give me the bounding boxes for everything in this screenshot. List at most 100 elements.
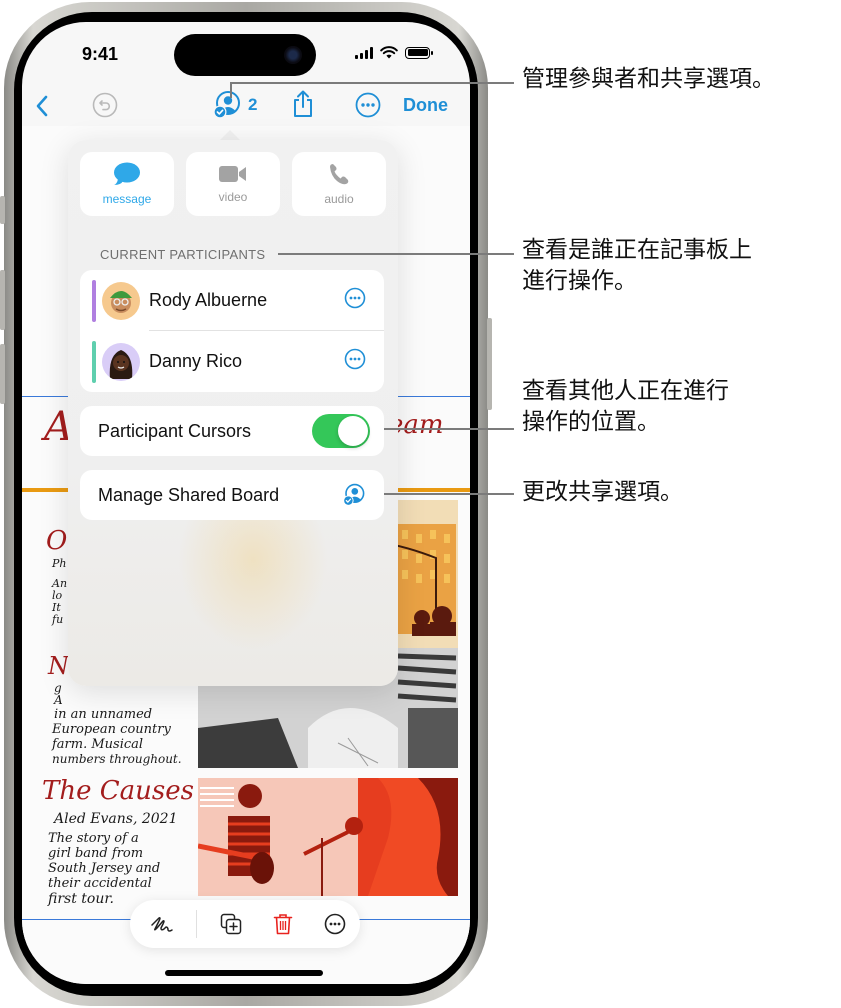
communication-buttons: message video audio — [80, 152, 386, 216]
callout-line-text: 查看其他人正在進行 — [522, 378, 729, 404]
participant-color-bar — [92, 341, 96, 383]
board-note-line: It — [52, 601, 61, 614]
board-note-line: numbers throughout. — [52, 752, 182, 766]
participant-name: Rody Albuerne — [149, 290, 268, 310]
more-button[interactable] — [354, 91, 382, 119]
toggle-knob — [338, 416, 368, 446]
board-heading: O — [46, 526, 68, 556]
wifi-icon — [380, 46, 398, 59]
share-button[interactable] — [290, 88, 316, 120]
callout-leader — [384, 493, 514, 495]
collaboration-button[interactable]: 2 — [212, 90, 257, 120]
toolbar-more-button[interactable] — [323, 912, 347, 936]
toolbar-divider — [196, 910, 197, 938]
memoji-avatar-icon — [109, 349, 133, 379]
participant-more-button[interactable] — [344, 287, 366, 314]
board-note-line: fu — [52, 613, 64, 626]
participants-section-header: CURRENT PARTICIPANTS — [100, 247, 266, 262]
memoji-avatar-icon — [110, 290, 132, 313]
participant-row[interactable]: Rody Albuerne — [80, 270, 384, 331]
message-label: message — [102, 192, 152, 206]
participants-list: Rody Albuerne Danny Rico — [80, 270, 384, 392]
board-note-line: Ph — [52, 557, 67, 570]
delete-button[interactable] — [271, 912, 295, 936]
callout-leader — [230, 82, 232, 98]
ellipsis-circle-icon — [344, 287, 366, 309]
person-crop-circle-badge-checkmark-icon — [213, 91, 240, 119]
audio-button[interactable]: audio — [292, 152, 386, 216]
nav-bar: 2 Done — [22, 86, 470, 126]
ellipsis-circle-icon — [344, 348, 366, 370]
duplicate-plus-icon — [220, 913, 242, 935]
callout-who-is-working: 查看是誰正在記事板上 進行操作。 — [522, 235, 752, 297]
manage-shared-board-button[interactable]: Manage Shared Board — [80, 470, 384, 520]
board-note-line: first tour. — [48, 891, 114, 907]
board-note-line: The story of a — [48, 831, 139, 846]
action-button — [0, 196, 5, 224]
avatar — [102, 342, 140, 381]
board-note-line: girl band from — [48, 846, 144, 861]
board-note-line: lo — [52, 589, 63, 602]
front-camera — [284, 46, 302, 64]
callout-leader — [230, 82, 514, 84]
board-note-line: An — [52, 577, 68, 590]
participant-name: Danny Rico — [149, 351, 243, 371]
board-note-line: their accidental — [48, 876, 152, 891]
bottom-toolbar — [130, 900, 360, 948]
board-note-line: European country — [52, 722, 171, 737]
participant-cursors-toggle[interactable] — [312, 414, 370, 448]
video-button[interactable]: video — [186, 152, 280, 216]
volume-up-button — [0, 270, 5, 330]
duplicate-button[interactable] — [219, 912, 243, 936]
board-note-line: farm. Musical — [52, 737, 144, 752]
person-crop-circle-badge-checkmark-icon — [343, 483, 365, 506]
undo-button[interactable] — [92, 92, 118, 118]
board-note-author: Aled Evans, 2021 — [54, 811, 178, 827]
scribble-pen-icon — [151, 917, 173, 932]
avatar — [102, 281, 140, 320]
participant-color-bar — [92, 280, 96, 322]
video-label: video — [218, 190, 248, 204]
board-note-line: in an unnamed — [54, 707, 153, 722]
participant-more-button[interactable] — [344, 348, 366, 375]
home-indicator — [165, 970, 323, 976]
handwriting-button[interactable] — [150, 912, 174, 936]
participant-row[interactable]: Danny Rico — [80, 331, 384, 392]
back-button[interactable] — [30, 92, 54, 120]
phone-screen: A eam O Ph An lo It fu N. g A in an unna… — [22, 22, 470, 984]
board-heading-the-causes: The Causes — [42, 776, 194, 806]
undo-icon — [92, 92, 118, 118]
callout-line-text: 查看是誰正在記事板上 — [522, 237, 752, 263]
manage-shared-board-label: Manage Shared Board — [98, 484, 280, 505]
callout-leader — [278, 253, 514, 255]
video-camera-icon — [219, 166, 246, 182]
audio-label: audio — [324, 192, 354, 206]
message-button[interactable]: message — [80, 152, 174, 216]
message-bubble-icon — [114, 162, 140, 185]
callout-manage-participants: 管理參與者和共享選項。 — [522, 66, 775, 92]
board-note-line: A — [54, 693, 63, 707]
chevron-left-icon — [36, 95, 48, 117]
collaboration-popover: message video audio CURRENT PARTICIPANTS — [68, 140, 398, 686]
volume-down-button — [0, 344, 5, 404]
callout-line-text: 操作的位置。 — [522, 409, 660, 436]
phone-icon — [330, 164, 349, 185]
share-icon — [294, 90, 312, 117]
callout-participant-cursors: 查看其他人正在進行 操作的位置。 — [522, 376, 729, 438]
ellipsis-circle-icon — [355, 92, 381, 118]
dynamic-island — [174, 34, 316, 76]
side-button — [487, 318, 492, 410]
status-icons — [355, 46, 433, 59]
ellipsis-circle-icon — [324, 913, 346, 935]
done-button[interactable]: Done — [403, 95, 448, 116]
illustration-band-performance[interactable] — [198, 778, 458, 896]
callout-line-text: 進行操作。 — [522, 268, 637, 295]
callout-leader — [384, 428, 514, 430]
participant-count: 2 — [248, 95, 258, 114]
participant-cursors-row: Participant Cursors — [80, 406, 384, 456]
trash-icon — [273, 914, 293, 935]
participant-cursors-label: Participant Cursors — [98, 420, 252, 441]
board-note-line: South Jersey and — [48, 861, 161, 876]
cellular-signal-icon — [355, 46, 373, 59]
battery-icon — [405, 46, 433, 59]
